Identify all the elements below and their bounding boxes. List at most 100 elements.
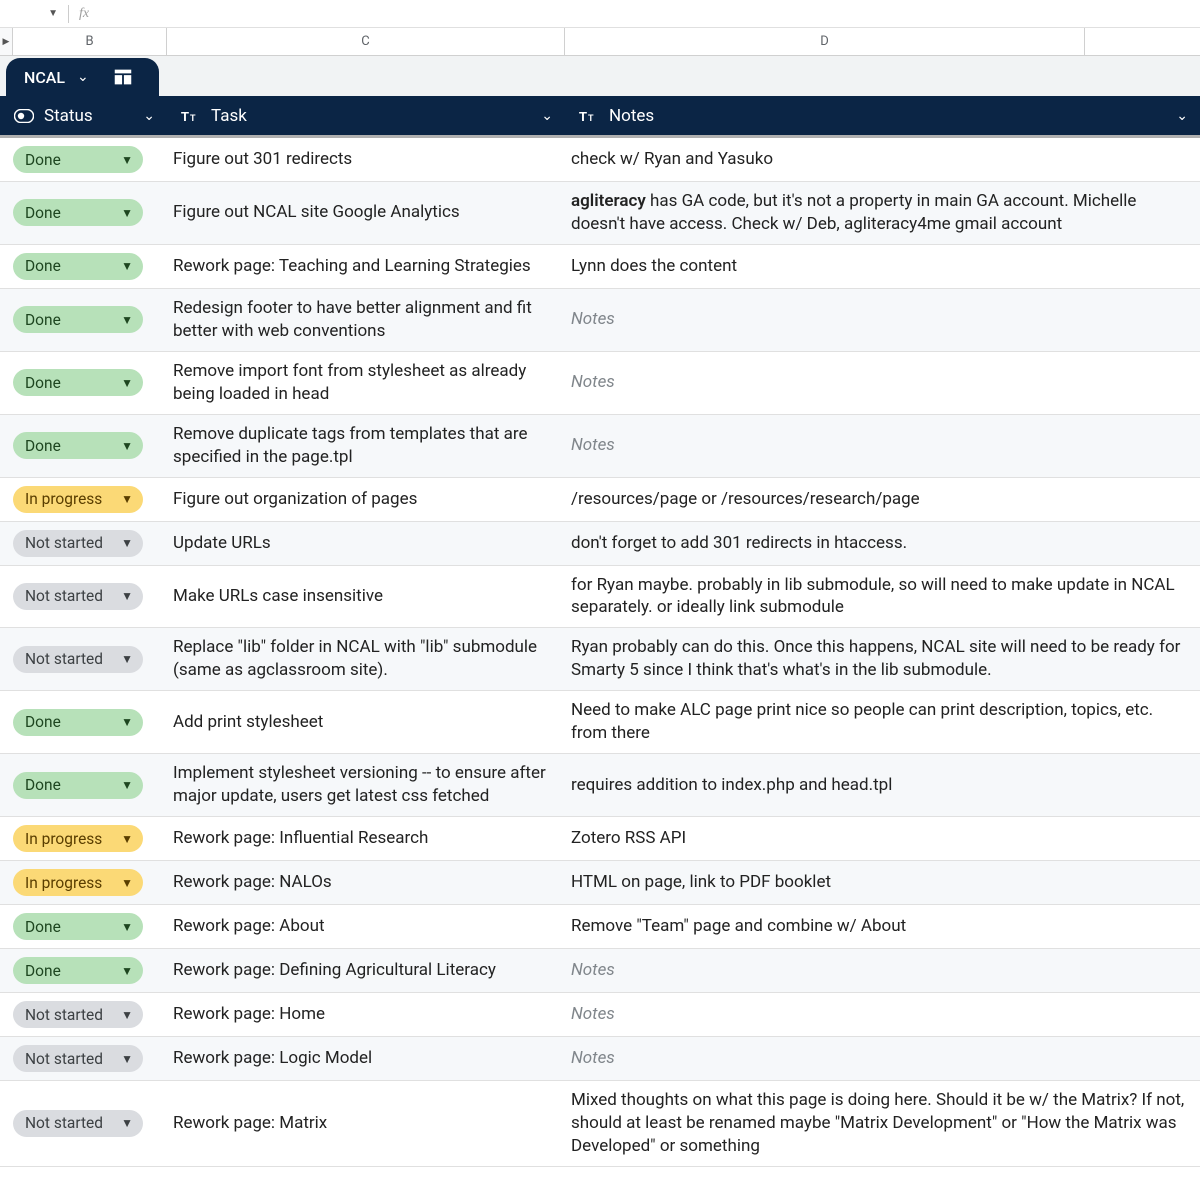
cell-notes[interactable]: Notes [565,949,1200,992]
column-header-c[interactable]: C [167,28,565,55]
chevron-down-icon[interactable]: ⌄ [541,108,553,124]
chevron-down-icon: ▼ [121,492,133,506]
cell-status[interactable]: Not started▼ [0,1081,167,1166]
cell-notes[interactable]: Notes [565,415,1200,477]
column-header-d[interactable]: D [565,28,1085,55]
cell-task[interactable]: Figure out organization of pages [167,478,565,521]
chevron-down-icon[interactable]: ⌄ [1176,108,1188,124]
chevron-down-icon: ▼ [121,589,133,603]
column-header-b[interactable]: B [13,28,167,55]
cell-notes[interactable]: Need to make ALC page print nice so peop… [565,691,1200,753]
cell-status[interactable]: Done▼ [0,289,167,351]
cell-task[interactable]: Rework page: Matrix [167,1081,565,1166]
notes-placeholder: Notes [571,434,615,457]
cell-status[interactable]: Done▼ [0,182,167,244]
cell-notes[interactable]: Zotero RSS API [565,817,1200,860]
cell-task[interactable]: Rework page: Defining Agricultural Liter… [167,949,565,992]
status-pill[interactable]: Not started▼ [13,1001,143,1028]
notes-placeholder: Notes [571,371,615,394]
cell-task[interactable]: Rework page: Influential Research [167,817,565,860]
cell-status[interactable]: Not started▼ [0,566,167,628]
cell-notes[interactable]: requires addition to index.php and head.… [565,754,1200,816]
status-pill[interactable]: Done▼ [13,709,143,736]
status-pill[interactable]: Not started▼ [13,583,143,610]
cell-task[interactable]: Add print stylesheet [167,691,565,753]
notes-placeholder: Notes [571,1047,615,1070]
cell-status[interactable]: In progress▼ [0,478,167,521]
cell-notes[interactable]: Remove "Team" page and combine w/ About [565,905,1200,948]
cell-task[interactable]: Remove import font from stylesheet as al… [167,352,565,414]
cell-task[interactable]: Figure out 301 redirects [167,138,565,181]
cell-notes[interactable]: agliteracy has GA code, but it's not a p… [565,182,1200,244]
cell-task[interactable]: Rework page: Teaching and Learning Strat… [167,245,565,288]
status-pill[interactable]: In progress▼ [13,869,143,896]
cell-task[interactable]: Remove duplicate tags from templates tha… [167,415,565,477]
cell-status[interactable]: Done▼ [0,905,167,948]
cell-task[interactable]: Rework page: About [167,905,565,948]
table-row: Done▼ Remove duplicate tags from template… [0,415,1200,478]
cell-notes[interactable]: HTML on page, link to PDF booklet [565,861,1200,904]
status-pill[interactable]: Not started▼ [13,530,143,557]
cell-notes[interactable]: for Ryan maybe. probably in lib submodul… [565,566,1200,628]
cell-status[interactable]: Not started▼ [0,993,167,1036]
name-box-dropdown[interactable]: ▼ [8,8,58,19]
cell-task[interactable]: Rework page: Home [167,993,565,1036]
cell-task[interactable]: Implement stylesheet versioning -- to en… [167,754,565,816]
chevron-down-icon[interactable]: ⌄ [77,69,89,85]
status-pill[interactable]: Done▼ [13,199,143,226]
cell-status[interactable]: Done▼ [0,138,167,181]
status-pill[interactable]: In progress▼ [13,825,143,852]
cell-status[interactable]: Not started▼ [0,628,167,690]
cell-notes[interactable]: Mixed thoughts on what this page is doin… [565,1081,1200,1166]
cell-task[interactable]: Rework page: Logic Model [167,1037,565,1080]
status-pill[interactable]: Not started▼ [13,1110,143,1137]
status-pill[interactable]: Not started▼ [13,646,143,673]
cell-task[interactable]: Rework page: NALOs [167,861,565,904]
cell-status[interactable]: Done▼ [0,949,167,992]
cell-status[interactable]: Not started▼ [0,1037,167,1080]
field-header-status[interactable]: Status ⌄ [0,96,167,135]
cell-status[interactable]: Done▼ [0,352,167,414]
cell-notes[interactable]: Notes [565,352,1200,414]
status-pill[interactable]: Done▼ [13,146,143,173]
field-header-task[interactable]: TT Task ⌄ [167,96,565,135]
cell-status[interactable]: Done▼ [0,754,167,816]
table-tab[interactable]: NCAL ⌄ [6,58,159,96]
cell-status[interactable]: In progress▼ [0,817,167,860]
field-header-notes[interactable]: TT Notes ⌄ [565,96,1200,135]
status-pill[interactable]: Done▼ [13,369,143,396]
cell-notes[interactable]: Lynn does the content [565,245,1200,288]
cell-notes[interactable]: Notes [565,1037,1200,1080]
table-icon[interactable] [101,58,145,96]
cell-notes[interactable]: don't forget to add 301 redirects in hta… [565,522,1200,565]
cell-task[interactable]: Replace "lib" folder in NCAL with "lib" … [167,628,565,690]
status-label: Done [25,962,61,980]
cell-status[interactable]: Done▼ [0,415,167,477]
cell-task[interactable]: Redesign footer to have better alignment… [167,289,565,351]
cell-notes[interactable]: check w/ Ryan and Yasuko [565,138,1200,181]
cell-notes[interactable]: /resources/page or /resources/research/p… [565,478,1200,521]
cell-notes[interactable]: Notes [565,993,1200,1036]
cell-status[interactable]: Done▼ [0,691,167,753]
cell-status[interactable]: In progress▼ [0,861,167,904]
chevron-down-icon[interactable]: ⌄ [143,108,155,124]
cell-status[interactable]: Not started▼ [0,522,167,565]
cell-task[interactable]: Make URLs case insensitive [167,566,565,628]
status-pill[interactable]: In progress▼ [13,486,143,513]
status-pill[interactable]: Done▼ [13,772,143,799]
chevron-down-icon: ▼ [48,8,58,19]
cell-notes[interactable]: Notes [565,289,1200,351]
status-pill[interactable]: Done▼ [13,306,143,333]
cell-task[interactable]: Figure out NCAL site Google Analytics [167,182,565,244]
cell-notes[interactable]: Ryan probably can do this. Once this hap… [565,628,1200,690]
expand-column-button[interactable]: ▶ [0,28,13,55]
chevron-down-icon: ▼ [121,153,133,167]
status-pill[interactable]: Done▼ [13,432,143,459]
cell-task[interactable]: Update URLs [167,522,565,565]
status-pill[interactable]: Done▼ [13,913,143,940]
status-pill[interactable]: Done▼ [13,253,143,280]
status-pill[interactable]: Not started▼ [13,1045,143,1072]
cell-status[interactable]: Done▼ [0,245,167,288]
status-pill[interactable]: Done▼ [13,957,143,984]
status-label: Done [25,918,61,936]
